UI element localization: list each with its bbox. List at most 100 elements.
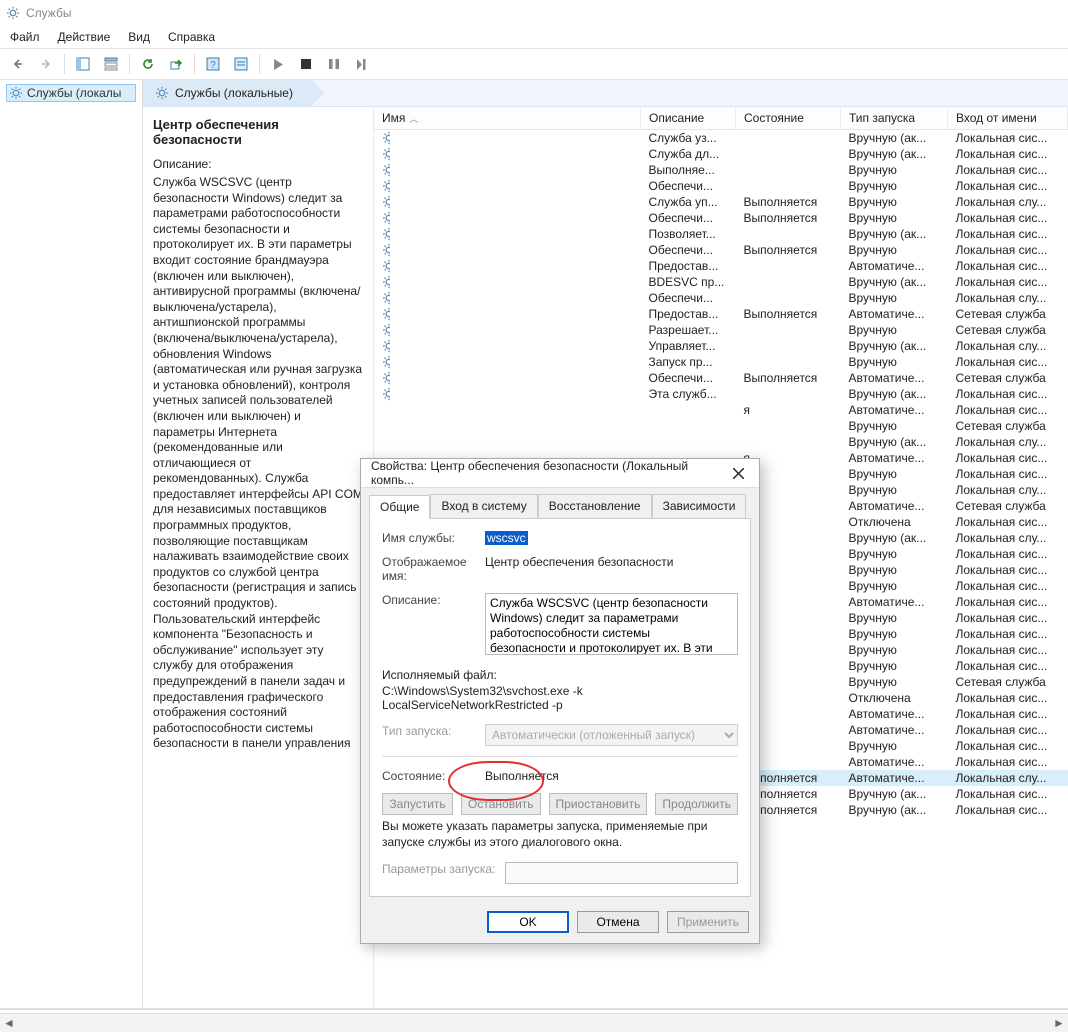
breadcrumb: Службы (локальные) bbox=[175, 86, 293, 100]
col-start[interactable]: Тип запуска bbox=[841, 107, 948, 130]
col-name[interactable]: Имя︿ bbox=[374, 107, 641, 130]
service-name-value[interactable]: wscsvc bbox=[485, 531, 528, 545]
resume-button: Продолжить bbox=[655, 793, 738, 815]
nav-back-button[interactable] bbox=[6, 52, 30, 76]
service-icon bbox=[382, 195, 390, 209]
table-row[interactable]: Службы криптографииПредостав...Выполняет… bbox=[374, 306, 1068, 322]
state-value: Выполняется bbox=[485, 769, 738, 783]
service-icon bbox=[382, 179, 390, 193]
services-icon bbox=[9, 86, 23, 100]
start-service-button[interactable] bbox=[266, 52, 290, 76]
start-params-input bbox=[505, 862, 738, 884]
tab-logon[interactable]: Вход в систему bbox=[430, 494, 537, 518]
service-icon bbox=[382, 307, 390, 321]
col-state[interactable]: Состояние bbox=[736, 107, 841, 130]
start-button: Запустить bbox=[382, 793, 453, 815]
properties-button[interactable] bbox=[229, 52, 253, 76]
window-title: Службы bbox=[26, 6, 71, 20]
table-row[interactable]: яАвтоматиче...Локальная сис... bbox=[374, 402, 1068, 418]
export-button[interactable] bbox=[164, 52, 188, 76]
detail-title: Центр обеспечения безопасности bbox=[153, 117, 363, 147]
service-icon bbox=[382, 355, 390, 369]
view-detail-button[interactable] bbox=[99, 52, 123, 76]
tab-recovery[interactable]: Восстановление bbox=[538, 494, 652, 518]
app-icon bbox=[6, 6, 20, 20]
view-list-button[interactable] bbox=[71, 52, 95, 76]
menubar: Файл Действие Вид Справка bbox=[0, 26, 1068, 48]
table-row[interactable]: Служба узла поставщика шифрования W...Сл… bbox=[374, 130, 1068, 147]
dialog-title: Свойства: Центр обеспечения безопасности… bbox=[371, 459, 724, 487]
params-hint: Вы можете указать параметры запуска, при… bbox=[382, 819, 738, 850]
menu-view[interactable]: Вид bbox=[128, 30, 150, 44]
startup-type-combo: Автоматически (отложенный запуск) bbox=[485, 724, 738, 746]
lbl-display-name: Отображаемое имя: bbox=[382, 555, 477, 583]
cancel-button[interactable]: Отмена bbox=[577, 911, 659, 933]
properties-dialog: Свойства: Центр обеспечения безопасности… bbox=[360, 458, 760, 944]
table-row[interactable]: Служба управления WindowsВыполняе...Вруч… bbox=[374, 162, 1068, 178]
content-header: Службы (локальные) bbox=[143, 80, 1068, 107]
horizontal-scrollbar[interactable]: ◄ ► bbox=[0, 1013, 1068, 1032]
nav-forward-button[interactable] bbox=[34, 52, 58, 76]
lbl-executable: Исполняемый файл: bbox=[382, 668, 738, 682]
help-button[interactable]: ? bbox=[201, 52, 225, 76]
menu-help[interactable]: Справка bbox=[168, 30, 215, 44]
table-row[interactable]: Служба улучшения отображенияСлужба дл...… bbox=[374, 146, 1068, 162]
service-icon bbox=[382, 131, 390, 145]
table-row[interactable]: Служба установки устройствПозволяет...Вр… bbox=[374, 226, 1068, 242]
detail-desc: Служба WSCSVC (центр безопасности Window… bbox=[153, 175, 363, 752]
description-box[interactable]: Служба WSCSVC (центр безопасности Window… bbox=[485, 593, 738, 655]
scroll-left-icon[interactable]: ◄ bbox=[0, 1015, 18, 1031]
table-row[interactable]: Сопоставитель конечных точек RPCОбеспечи… bbox=[374, 370, 1068, 386]
table-row[interactable]: Служба хранения данных пользователя_...О… bbox=[374, 242, 1068, 258]
table-row[interactable]: Сохранение игр на Xbox LiveЭта служб...В… bbox=[374, 386, 1068, 402]
service-icon bbox=[382, 163, 390, 177]
lbl-description: Описание: bbox=[382, 593, 477, 607]
service-icon bbox=[382, 243, 390, 257]
table-row[interactable]: Служба шлюза уровня приложенияОбеспечи..… bbox=[374, 290, 1068, 306]
stop-button: Остановить bbox=[461, 793, 541, 815]
restart-service-button[interactable] bbox=[350, 52, 374, 76]
service-icon bbox=[382, 371, 390, 385]
tab-dependencies[interactable]: Зависимости bbox=[652, 494, 747, 518]
tree-item-services-local[interactable]: Службы (локалы bbox=[6, 84, 136, 102]
display-name-value: Центр обеспечения безопасности bbox=[485, 555, 738, 569]
table-row[interactable]: ВручнуюСетевая служба bbox=[374, 418, 1068, 434]
service-icon bbox=[382, 211, 390, 225]
apply-button: Применить bbox=[667, 911, 749, 933]
table-row[interactable]: Служба шифрования дисков BitLockerBDESVC… bbox=[374, 274, 1068, 290]
refresh-button[interactable] bbox=[136, 52, 160, 76]
detail-pane: Центр обеспечения безопасности Описание:… bbox=[143, 107, 374, 1008]
table-row[interactable]: Служба хранилищаПредостав...Автоматиче..… bbox=[374, 258, 1068, 274]
detail-desc-label: Описание: bbox=[153, 157, 363, 171]
table-row[interactable]: События получения неподвижных изобр...За… bbox=[374, 354, 1068, 370]
scroll-right-icon[interactable]: ► bbox=[1050, 1015, 1068, 1031]
table-row[interactable]: Вручную (ак...Локальная слу... bbox=[374, 434, 1068, 450]
menu-file[interactable]: Файл bbox=[10, 30, 40, 44]
lbl-service-name: Имя службы: bbox=[382, 531, 477, 545]
tab-general[interactable]: Общие bbox=[369, 495, 430, 519]
ok-button[interactable]: OK bbox=[487, 911, 569, 933]
service-icon bbox=[382, 275, 390, 289]
col-desc[interactable]: Описание bbox=[641, 107, 736, 130]
table-row[interactable]: Служба управления радиоСлужба уп...Выпол… bbox=[374, 194, 1068, 210]
service-icon bbox=[382, 259, 390, 273]
table-row[interactable]: Служба установки Microsoft StoreОбеспечи… bbox=[374, 210, 1068, 226]
close-button[interactable] bbox=[724, 463, 753, 483]
stop-service-button[interactable] bbox=[294, 52, 318, 76]
table-row[interactable]: Смарт-картаУправляет...Вручную (ак...Лок… bbox=[374, 338, 1068, 354]
service-icon bbox=[382, 387, 390, 401]
toolbar: ? bbox=[0, 48, 1068, 80]
svg-text:?: ? bbox=[210, 60, 216, 71]
service-icon bbox=[382, 227, 390, 241]
table-row[interactable]: Служба управления корпоративными пр...Об… bbox=[374, 178, 1068, 194]
tree-pane: Службы (локалы bbox=[0, 80, 143, 1008]
pause-service-button[interactable] bbox=[322, 52, 346, 76]
service-icon bbox=[382, 323, 390, 337]
col-logon[interactable]: Вход от имени bbox=[948, 107, 1068, 130]
service-icon bbox=[382, 291, 390, 305]
executable-path: C:\Windows\System32\svchost.exe -k Local… bbox=[382, 684, 738, 712]
lbl-start-params: Параметры запуска: bbox=[382, 862, 497, 876]
pause-button: Приостановить bbox=[549, 793, 648, 815]
menu-action[interactable]: Действие bbox=[58, 30, 111, 44]
table-row[interactable]: Службы удаленных рабочих столовРазрешает… bbox=[374, 322, 1068, 338]
